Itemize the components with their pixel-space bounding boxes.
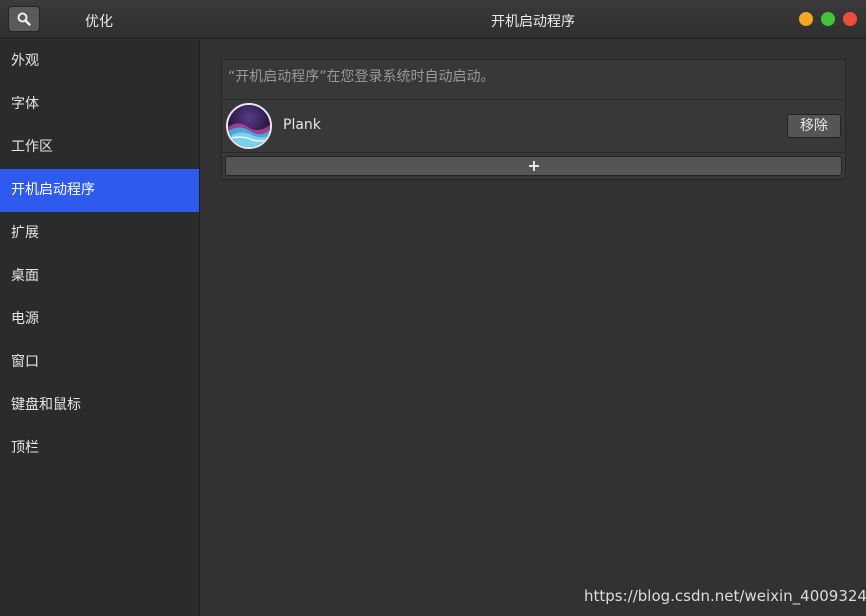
sidebar-item-power[interactable]: 电源 — [0, 298, 199, 341]
plus-icon — [528, 161, 539, 171]
title-bar: 优化 开机启动程序 — [0, 0, 866, 39]
sidebar-item-appearance[interactable]: 外观 — [0, 40, 199, 83]
remove-button[interactable]: 移除 — [787, 114, 841, 138]
sidebar: 外观 字体 工作区 开机启动程序 扩展 桌面 电源 窗口 键盘和鼠标 顶栏 — [0, 40, 200, 616]
sidebar-item-workspaces[interactable]: 工作区 — [0, 126, 199, 169]
sidebar-item-top-bar[interactable]: 顶栏 — [0, 427, 199, 470]
startup-description: “开机启动程序”在您登录系统时自动启动。 — [222, 60, 845, 100]
sidebar-item-extensions[interactable]: 扩展 — [0, 212, 199, 255]
maximize-button[interactable] — [821, 12, 835, 26]
sidebar-item-keyboard-mouse[interactable]: 键盘和鼠标 — [0, 384, 199, 427]
sidebar-item-windows[interactable]: 窗口 — [0, 341, 199, 384]
close-button[interactable] — [843, 12, 857, 26]
window-title: 开机启动程序 — [491, 14, 575, 30]
watermark: https://blog.csdn.net/weixin_40093242 — [584, 587, 866, 605]
minimize-button[interactable] — [799, 12, 813, 26]
app-name: Plank — [283, 117, 321, 133]
sidebar-item-desktop[interactable]: 桌面 — [0, 255, 199, 298]
plank-app-icon — [226, 103, 272, 149]
startup-apps-panel: “开机启动程序”在您登录系统时自动启动。 Plank 移除 — [221, 59, 846, 180]
sidebar-item-startup-applications[interactable]: 开机启动程序 — [0, 169, 199, 212]
sidebar-item-fonts[interactable]: 字体 — [0, 83, 199, 126]
main-content: “开机启动程序”在您登录系统时自动启动。 Plank 移除 — [201, 40, 866, 616]
add-startup-app-button[interactable] — [225, 156, 842, 176]
list-item: Plank 移除 — [222, 100, 845, 153]
